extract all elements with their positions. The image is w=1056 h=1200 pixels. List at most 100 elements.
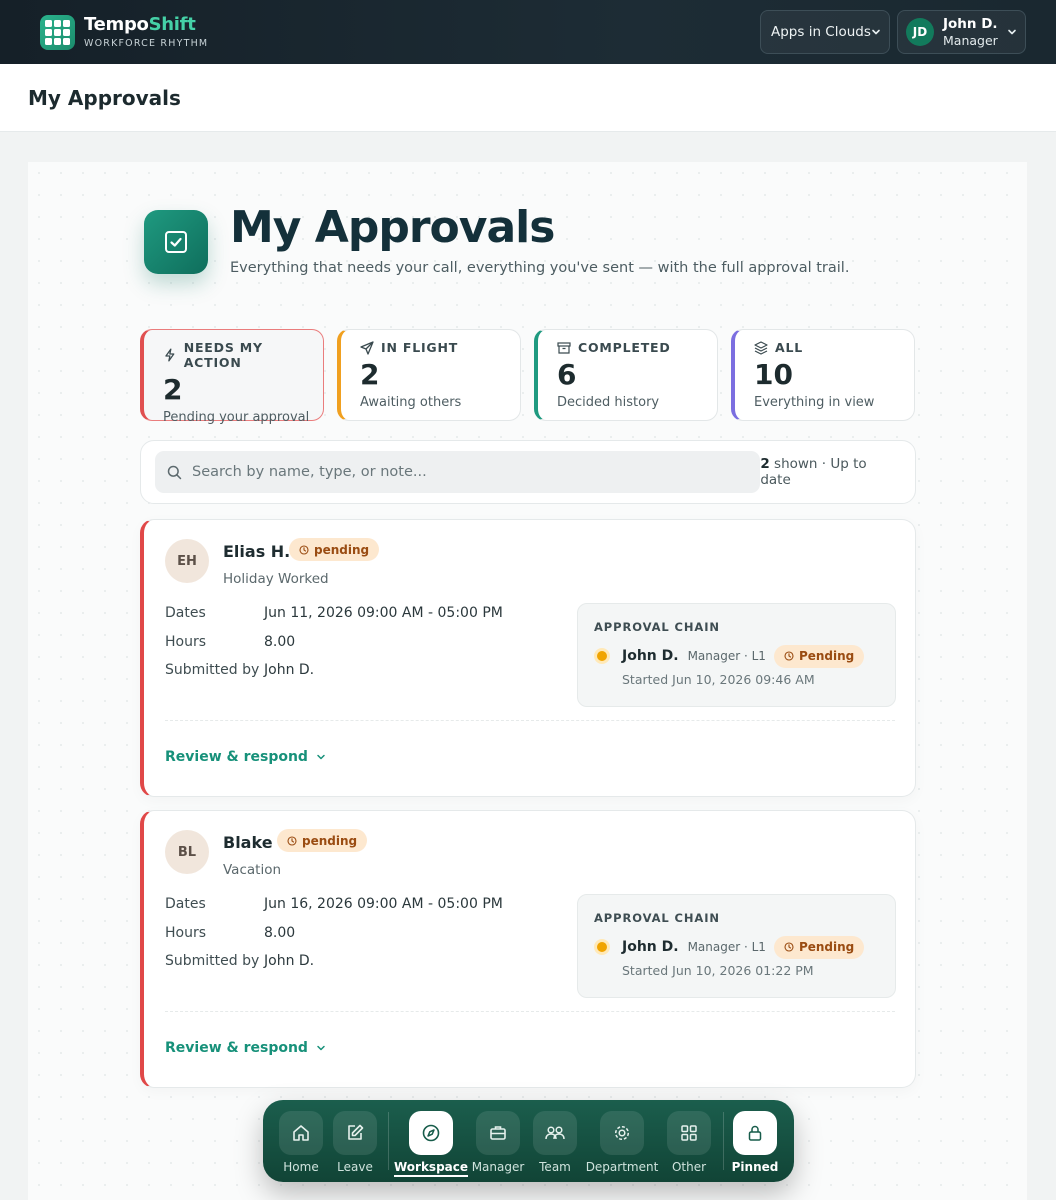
- detail-label: Hours: [165, 924, 207, 941]
- search-card: Search by name, type, or note... 2 shown…: [140, 440, 916, 504]
- stat-value: 6: [557, 358, 577, 391]
- approval-chain: APPROVAL CHAIN John D. Manager · L1 Pend…: [577, 894, 896, 998]
- approver-name: John D.: [622, 648, 679, 664]
- stat-value: 10: [754, 358, 793, 391]
- clock-icon: [784, 942, 794, 952]
- edit-icon: [348, 1124, 364, 1140]
- stat-label: IN FLIGHT: [381, 340, 459, 355]
- clock-icon: [287, 835, 297, 846]
- bottom-dock: Home Leave Workspace Manager Team Depart…: [263, 1100, 794, 1182]
- brand-name: TempoShift: [84, 13, 196, 35]
- dock-label: Workspace: [393, 1160, 469, 1177]
- search-placeholder: Search by name, type, or note...: [192, 464, 427, 480]
- results-count: 2 shown · Up to date: [760, 456, 867, 488]
- detail-label: Hours: [165, 633, 207, 650]
- hours-value: 8.00: [264, 924, 296, 941]
- stat-all[interactable]: ALL 10 Everything in view: [731, 329, 915, 421]
- dates-value: Jun 16, 2026 09:00 AM - 05:00 PM: [264, 896, 503, 912]
- requester-name: Blake: [223, 833, 273, 852]
- stat-label: COMPLETED: [578, 340, 671, 355]
- user-menu[interactable]: JD John D. Manager: [897, 10, 1026, 54]
- dock-label: Pinned: [731, 1160, 779, 1174]
- stat-value: 2: [360, 358, 380, 391]
- status-dot-icon: [594, 939, 610, 955]
- send-icon: [360, 340, 374, 355]
- avatar: BL: [165, 830, 209, 874]
- detail-label: Dates: [165, 605, 206, 621]
- main-panel: My Approvals Everything that needs your …: [28, 162, 1027, 1200]
- dock-item-pinned[interactable]: Pinned: [725, 1111, 785, 1174]
- home-icon: [293, 1125, 309, 1141]
- stat-caption: Everything in view: [754, 395, 875, 410]
- gear-icon: [614, 1125, 630, 1141]
- review-respond-button[interactable]: Review & respond: [165, 1040, 326, 1056]
- dock-item-workspace[interactable]: Workspace: [393, 1111, 469, 1177]
- approver-status-badge: Pending: [773, 935, 865, 959]
- stat-caption: Pending your approval: [163, 410, 310, 425]
- dock-label: Other: [671, 1160, 707, 1174]
- dock-item-leave[interactable]: Leave: [325, 1111, 385, 1174]
- stat-in-flight[interactable]: IN FLIGHT 2 Awaiting others: [337, 329, 521, 421]
- status-badge: pending: [277, 829, 368, 852]
- lock-icon: [748, 1125, 762, 1141]
- user-name: John D.: [943, 15, 998, 32]
- approver-role: Manager · L1: [687, 649, 766, 663]
- approval-chain-title: APPROVAL CHAIN: [594, 911, 720, 925]
- avatar: EH: [165, 539, 209, 583]
- dock-item-manager[interactable]: Manager: [468, 1111, 528, 1174]
- dates-value: Jun 11, 2026 09:00 AM - 05:00 PM: [264, 605, 503, 621]
- hours-value: 8.00: [264, 633, 296, 650]
- approver-status-badge: Pending: [773, 644, 865, 668]
- brand-tagline: WORKFORCE RHYTHM: [84, 37, 209, 49]
- brand[interactable]: TempoShift WORKFORCE RHYTHM: [40, 13, 209, 50]
- approver-role: Manager · L1: [687, 940, 766, 954]
- detail-label: Submitted by: [165, 662, 260, 678]
- request-card: EH Elias H. pending Holiday Worked Dates…: [140, 519, 916, 797]
- request-type: Vacation: [223, 862, 282, 878]
- dock-item-department[interactable]: Department: [586, 1111, 658, 1174]
- dock-item-other[interactable]: Other: [659, 1111, 719, 1174]
- chevron-down-icon: [317, 754, 325, 760]
- team-icon: [545, 1126, 565, 1140]
- approver-name: John D.: [622, 939, 679, 955]
- clock-icon: [299, 544, 309, 555]
- dock-label: Manager: [471, 1160, 525, 1174]
- approval-started-time: Started Jun 10, 2026 01:22 PM: [622, 963, 814, 978]
- user-role: Manager: [943, 32, 998, 48]
- review-respond-button[interactable]: Review & respond: [165, 749, 326, 765]
- status-dot-icon: [594, 648, 610, 664]
- dock-item-home[interactable]: Home: [271, 1111, 331, 1174]
- request-type: Holiday Worked: [223, 571, 329, 587]
- submitted-by-value: John D.: [264, 953, 315, 969]
- dock-label: Leave: [337, 1160, 373, 1174]
- stat-filters: NEEDS MY ACTION 2 Pending your approval …: [140, 329, 915, 425]
- archive-icon: [557, 341, 571, 354]
- dock-item-team[interactable]: Team: [525, 1111, 585, 1174]
- dock-divider: [723, 1112, 724, 1170]
- org-select-value: Apps in Clouds: [771, 24, 871, 40]
- stat-completed[interactable]: COMPLETED 6 Decided history: [534, 329, 718, 421]
- search-input[interactable]: Search by name, type, or note...: [155, 451, 761, 493]
- stat-caption: Decided history: [557, 395, 660, 410]
- briefcase-icon: [490, 1126, 506, 1140]
- requester-name: Elias H.: [223, 542, 291, 561]
- status-badge: pending: [289, 538, 380, 561]
- divider: [165, 720, 895, 721]
- approval-chain: APPROVAL CHAIN John D. Manager · L1 Pend…: [577, 603, 896, 707]
- dock-label: Team: [539, 1160, 571, 1174]
- org-select[interactable]: Apps in Clouds: [760, 10, 890, 54]
- submitted-by-value: John D.: [264, 662, 315, 678]
- stat-caption: Awaiting others: [360, 395, 462, 410]
- dock-divider: [388, 1112, 389, 1170]
- bolt-icon: [165, 348, 175, 362]
- request-details: Dates Jun 11, 2026 09:00 AM - 05:00 PM Ho…: [165, 605, 503, 691]
- search-icon: [167, 465, 182, 479]
- page-title: My Approvals: [28, 85, 181, 110]
- request-details: Dates Jun 16, 2026 09:00 AM - 05:00 PM Ho…: [165, 896, 503, 982]
- stat-needs-my-action[interactable]: NEEDS MY ACTION 2 Pending your approval: [140, 329, 324, 425]
- approval-chain-title: APPROVAL CHAIN: [594, 620, 720, 634]
- stat-label: NEEDS MY ACTION: [183, 340, 263, 370]
- approvals-check-icon: [144, 210, 208, 274]
- compass-icon: [422, 1124, 440, 1142]
- hero-subtitle: Everything that needs your call, everyth…: [230, 260, 850, 276]
